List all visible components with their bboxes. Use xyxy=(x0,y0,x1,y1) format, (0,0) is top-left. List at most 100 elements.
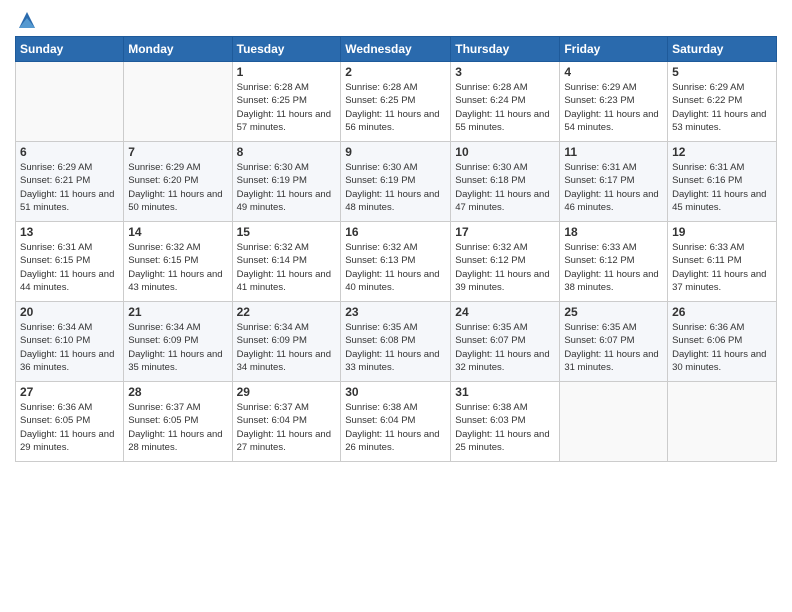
day-info: Sunrise: 6:34 AMSunset: 6:09 PMDaylight:… xyxy=(237,321,337,374)
calendar-cell: 23 Sunrise: 6:35 AMSunset: 6:08 PMDayligh… xyxy=(341,302,451,382)
day-info: Sunrise: 6:37 AMSunset: 6:05 PMDaylight:… xyxy=(128,401,227,454)
calendar-cell: 22 Sunrise: 6:34 AMSunset: 6:09 PMDayligh… xyxy=(232,302,341,382)
day-info: Sunrise: 6:29 AMSunset: 6:20 PMDaylight:… xyxy=(128,161,227,214)
day-number: 13 xyxy=(20,225,119,239)
calendar-cell xyxy=(16,62,124,142)
calendar-cell: 5 Sunrise: 6:29 AMSunset: 6:22 PMDaylight… xyxy=(668,62,777,142)
day-info: Sunrise: 6:35 AMSunset: 6:08 PMDaylight:… xyxy=(345,321,446,374)
day-number: 19 xyxy=(672,225,772,239)
calendar-cell: 27 Sunrise: 6:36 AMSunset: 6:05 PMDayligh… xyxy=(16,382,124,462)
day-info: Sunrise: 6:28 AMSunset: 6:25 PMDaylight:… xyxy=(345,81,446,134)
day-number: 14 xyxy=(128,225,227,239)
calendar-cell: 21Sunrise: 6:34 AMSunset: 6:09 PMDayligh… xyxy=(124,302,232,382)
calendar-cell: 12Sunrise: 6:31 AMSunset: 6:16 PMDayligh… xyxy=(668,142,777,222)
day-number: 27 xyxy=(20,385,119,399)
calendar: SundayMondayTuesdayWednesdayThursdayFrid… xyxy=(15,36,777,462)
header xyxy=(15,10,777,30)
day-number: 10 xyxy=(455,145,555,159)
calendar-cell: 11 Sunrise: 6:31 AMSunset: 6:17 PMDayligh… xyxy=(560,142,668,222)
day-number: 31 xyxy=(455,385,555,399)
calendar-header-wednesday: Wednesday xyxy=(341,37,451,62)
calendar-cell: 17 Sunrise: 6:32 AMSunset: 6:12 PMDayligh… xyxy=(451,222,560,302)
calendar-cell: 3Sunrise: 6:28 AMSunset: 6:24 PMDaylight… xyxy=(451,62,560,142)
day-info: Sunrise: 6:34 AMSunset: 6:10 PMDaylight:… xyxy=(20,321,119,374)
calendar-cell: 7Sunrise: 6:29 AMSunset: 6:20 PMDaylight… xyxy=(124,142,232,222)
day-info: Sunrise: 6:35 AMSunset: 6:07 PMDaylight:… xyxy=(455,321,555,374)
day-info: Sunrise: 6:29 AMSunset: 6:21 PMDaylight:… xyxy=(20,161,119,214)
day-info: Sunrise: 6:38 AMSunset: 6:04 PMDaylight:… xyxy=(345,401,446,454)
calendar-cell: 26 Sunrise: 6:36 AMSunset: 6:06 PMDayligh… xyxy=(668,302,777,382)
day-number: 3 xyxy=(455,65,555,79)
day-info: Sunrise: 6:38 AMSunset: 6:03 PMDaylight:… xyxy=(455,401,555,454)
day-info: Sunrise: 6:37 AMSunset: 6:04 PMDaylight:… xyxy=(237,401,337,454)
day-number: 15 xyxy=(237,225,337,239)
logo xyxy=(15,10,37,30)
day-info: Sunrise: 6:28 AMSunset: 6:25 PMDaylight:… xyxy=(237,81,337,134)
calendar-header-thursday: Thursday xyxy=(451,37,560,62)
calendar-header-tuesday: Tuesday xyxy=(232,37,341,62)
calendar-cell: 8 Sunrise: 6:30 AMSunset: 6:19 PMDaylight… xyxy=(232,142,341,222)
calendar-week-1: 1 Sunrise: 6:28 AMSunset: 6:25 PMDaylight… xyxy=(16,62,777,142)
day-info: Sunrise: 6:32 AMSunset: 6:15 PMDaylight:… xyxy=(128,241,227,294)
calendar-cell: 25 Sunrise: 6:35 AMSunset: 6:07 PMDayligh… xyxy=(560,302,668,382)
day-info: Sunrise: 6:29 AMSunset: 6:23 PMDaylight:… xyxy=(564,81,663,134)
day-number: 22 xyxy=(237,305,337,319)
day-info: Sunrise: 6:32 AMSunset: 6:13 PMDaylight:… xyxy=(345,241,446,294)
day-number: 26 xyxy=(672,305,772,319)
calendar-cell: 18Sunrise: 6:33 AMSunset: 6:12 PMDayligh… xyxy=(560,222,668,302)
day-number: 2 xyxy=(345,65,446,79)
day-info: Sunrise: 6:31 AMSunset: 6:17 PMDaylight:… xyxy=(564,161,663,214)
day-number: 17 xyxy=(455,225,555,239)
day-number: 28 xyxy=(128,385,227,399)
day-number: 5 xyxy=(672,65,772,79)
day-number: 9 xyxy=(345,145,446,159)
calendar-cell: 24 Sunrise: 6:35 AMSunset: 6:07 PMDayligh… xyxy=(451,302,560,382)
calendar-cell xyxy=(560,382,668,462)
day-number: 24 xyxy=(455,305,555,319)
calendar-header-sunday: Sunday xyxy=(16,37,124,62)
day-info: Sunrise: 6:36 AMSunset: 6:05 PMDaylight:… xyxy=(20,401,119,454)
day-info: Sunrise: 6:32 AMSunset: 6:12 PMDaylight:… xyxy=(455,241,555,294)
calendar-cell: 31 Sunrise: 6:38 AMSunset: 6:03 PMDayligh… xyxy=(451,382,560,462)
day-number: 20 xyxy=(20,305,119,319)
calendar-cell: 30 Sunrise: 6:38 AMSunset: 6:04 PMDayligh… xyxy=(341,382,451,462)
calendar-cell: 6 Sunrise: 6:29 AMSunset: 6:21 PMDaylight… xyxy=(16,142,124,222)
day-info: Sunrise: 6:35 AMSunset: 6:07 PMDaylight:… xyxy=(564,321,663,374)
day-info: Sunrise: 6:36 AMSunset: 6:06 PMDaylight:… xyxy=(672,321,772,374)
day-number: 16 xyxy=(345,225,446,239)
calendar-cell: 20 Sunrise: 6:34 AMSunset: 6:10 PMDayligh… xyxy=(16,302,124,382)
day-number: 21 xyxy=(128,305,227,319)
day-number: 8 xyxy=(237,145,337,159)
calendar-cell: 2 Sunrise: 6:28 AMSunset: 6:25 PMDaylight… xyxy=(341,62,451,142)
day-info: Sunrise: 6:31 AMSunset: 6:15 PMDaylight:… xyxy=(20,241,119,294)
calendar-header-saturday: Saturday xyxy=(668,37,777,62)
calendar-header-monday: Monday xyxy=(124,37,232,62)
day-number: 23 xyxy=(345,305,446,319)
calendar-cell: 28 Sunrise: 6:37 AMSunset: 6:05 PMDayligh… xyxy=(124,382,232,462)
logo-icon xyxy=(17,10,37,30)
day-number: 1 xyxy=(237,65,337,79)
calendar-header-friday: Friday xyxy=(560,37,668,62)
day-number: 30 xyxy=(345,385,446,399)
calendar-week-4: 20 Sunrise: 6:34 AMSunset: 6:10 PMDayligh… xyxy=(16,302,777,382)
day-info: Sunrise: 6:29 AMSunset: 6:22 PMDaylight:… xyxy=(672,81,772,134)
day-info: Sunrise: 6:30 AMSunset: 6:19 PMDaylight:… xyxy=(237,161,337,214)
day-number: 4 xyxy=(564,65,663,79)
calendar-cell: 16 Sunrise: 6:32 AMSunset: 6:13 PMDayligh… xyxy=(341,222,451,302)
day-info: Sunrise: 6:33 AMSunset: 6:11 PMDaylight:… xyxy=(672,241,772,294)
page: SundayMondayTuesdayWednesdayThursdayFrid… xyxy=(0,0,792,612)
calendar-cell: 13 Sunrise: 6:31 AMSunset: 6:15 PMDayligh… xyxy=(16,222,124,302)
calendar-week-2: 6 Sunrise: 6:29 AMSunset: 6:21 PMDaylight… xyxy=(16,142,777,222)
day-info: Sunrise: 6:30 AMSunset: 6:19 PMDaylight:… xyxy=(345,161,446,214)
day-number: 25 xyxy=(564,305,663,319)
calendar-cell: 9 Sunrise: 6:30 AMSunset: 6:19 PMDaylight… xyxy=(341,142,451,222)
day-number: 11 xyxy=(564,145,663,159)
calendar-cell: 1 Sunrise: 6:28 AMSunset: 6:25 PMDaylight… xyxy=(232,62,341,142)
day-info: Sunrise: 6:33 AMSunset: 6:12 PMDaylight:… xyxy=(564,241,663,294)
calendar-cell xyxy=(668,382,777,462)
calendar-header-row: SundayMondayTuesdayWednesdayThursdayFrid… xyxy=(16,37,777,62)
calendar-cell xyxy=(124,62,232,142)
calendar-cell: 29Sunrise: 6:37 AMSunset: 6:04 PMDayligh… xyxy=(232,382,341,462)
day-number: 6 xyxy=(20,145,119,159)
calendar-week-3: 13 Sunrise: 6:31 AMSunset: 6:15 PMDayligh… xyxy=(16,222,777,302)
